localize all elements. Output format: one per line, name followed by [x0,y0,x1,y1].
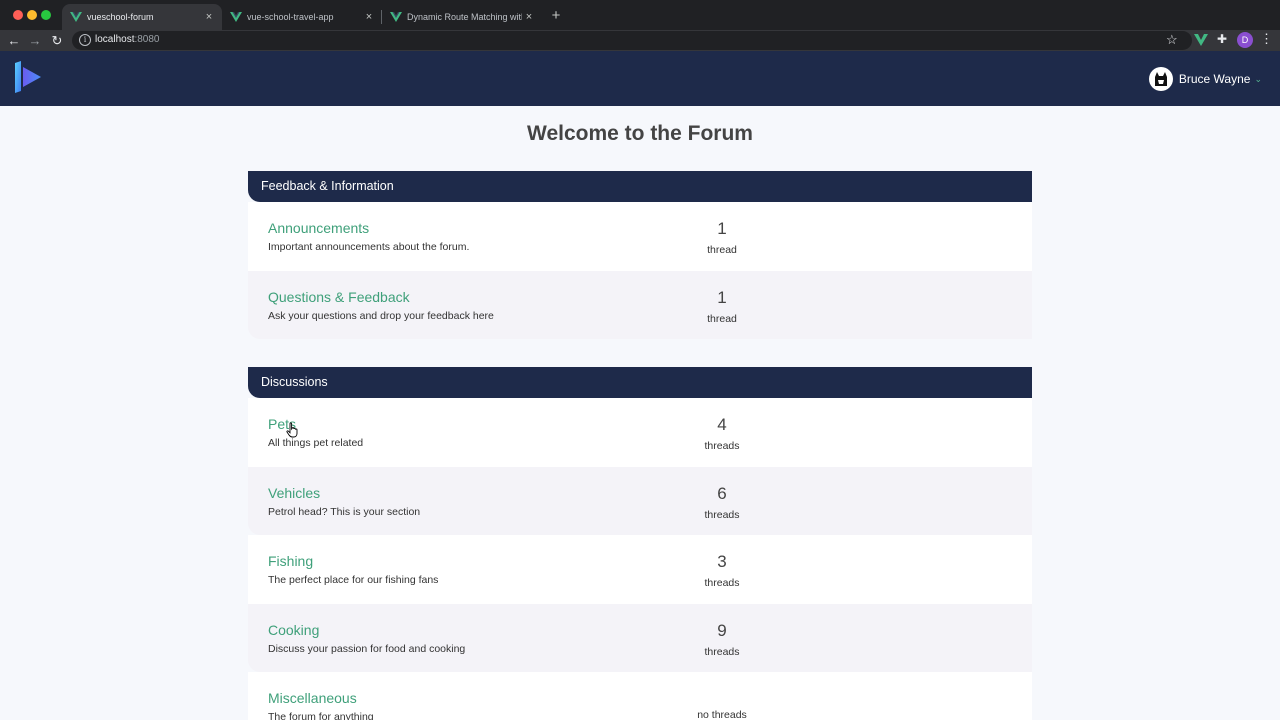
forum-link[interactable]: Announcements [268,220,369,236]
browser-menu-icon[interactable]: ⋮ [1260,31,1273,47]
vue-devtools-icon[interactable] [1193,33,1209,47]
bookmark-star-icon[interactable]: ☆ [1166,32,1178,48]
url-port: :8080 [134,34,160,45]
forum-list-item: Miscellaneous The forum for anything no … [248,672,1032,720]
forum-link[interactable]: Fishing [268,553,313,569]
vueschool-logo[interactable] [12,59,44,95]
thread-count-label: threads [704,577,740,589]
vue-icon [70,12,82,22]
address-bar[interactable]: i localhost:8080 [72,31,1192,50]
thread-count: 1 [717,287,727,307]
page-title: Welcome to the Forum [527,122,753,145]
tab-close-icon[interactable]: × [202,11,216,23]
chevron-down-icon: ⌄ [1254,73,1262,84]
thread-count-label: threads [704,440,740,452]
user-avatar [1148,67,1173,91]
forum-list-item: Fishing The perfect place for our fishin… [248,535,1032,604]
tab-vue-school-travel-app[interactable]: vue-school-travel-app × [222,4,382,30]
tab-dynamic-route-matching[interactable]: Dynamic Route Matching with × [382,4,542,30]
forum-link[interactable]: Cooking [268,622,319,638]
tab-title: vue-school-travel-app [247,12,334,22]
url-text: localhost:8080 [95,34,160,45]
app-header: Bruce Wayne ⌄ [0,51,1280,106]
browser-tabstrip: vueschool-forum × vue-school-travel-app … [0,0,1280,30]
vue-icon [230,12,242,22]
user-name: Bruce Wayne [1178,72,1251,86]
forum-list-item: Pets All things pet related 4 threads [248,398,1032,467]
thread-count-label: thread [707,312,737,325]
hand-cursor-icon [286,422,298,438]
thread-count: 4 [717,415,727,434]
tab-title: Dynamic Route Matching with [407,12,522,22]
thread-count: 6 [717,483,727,503]
category-title[interactable]: Feedback & Information [248,171,1032,202]
site-info-icon[interactable]: i [79,34,91,46]
forum-list-item: Cooking Discuss your passion for food an… [248,603,1032,672]
forum-description: Discuss your passion for food and cookin… [268,642,466,655]
browser-toolbar: ← → ↻ i localhost:8080 ☆ ✚ D ⋮ [0,30,1280,51]
maximize-window-button[interactable] [41,10,51,20]
new-tab-button[interactable]: + [548,6,564,26]
tab-title: vueschool-forum [87,12,154,22]
forum-description: Ask your questions and drop your feedbac… [268,309,494,322]
url-host: localhost [95,34,135,45]
thread-count: 9 [717,620,727,640]
thread-count-label: no threads [697,709,747,720]
tab-close-icon[interactable]: × [522,11,536,23]
tab-close-icon[interactable]: × [362,11,376,23]
batman-icon [1154,72,1167,86]
category-feedback-information: Feedback & Information Announcements Imp… [248,171,1032,339]
category-title[interactable]: Discussions [248,367,1032,398]
thread-count-label: threads [704,645,740,658]
extensions-puzzle-icon[interactable]: ✚ [1214,32,1230,48]
forum-description: Important announcements about the forum. [268,241,470,253]
minimize-window-button[interactable] [27,10,37,20]
forum-list-item: Vehicles Petrol head? This is your secti… [248,466,1032,535]
category-discussions: Discussions Pets All things pet related … [248,367,1032,720]
profile-avatar[interactable]: D [1237,32,1253,48]
forum-list-item: Questions & Feedback Ask your questions … [248,270,1032,339]
forum-list-item: Announcements Important announcements ab… [248,202,1032,271]
vue-icon [390,12,402,22]
thread-count-label: threads [704,508,740,521]
forum-description: The perfect place for our fishing fans [268,574,439,586]
close-window-button[interactable] [13,10,23,20]
reload-icon[interactable]: ↻ [47,31,67,51]
forum-link[interactable]: Miscellaneous [268,690,357,706]
forum-link[interactable]: Vehicles [268,485,320,501]
forum-description: The forum for anything [268,711,374,720]
thread-count: 1 [717,219,727,238]
thread-count: 3 [717,552,727,571]
thread-count-label: thread [707,244,737,256]
forum-description: Petrol head? This is your section [268,505,421,518]
forward-icon[interactable]: → [25,31,45,51]
back-icon[interactable]: ← [4,31,24,51]
user-menu[interactable]: Bruce Wayne ⌄ [1148,67,1262,91]
forum-description: All things pet related [268,437,364,449]
forum-link[interactable]: Questions & Feedback [268,289,410,305]
tab-vueschool-forum[interactable]: vueschool-forum × [62,4,222,30]
